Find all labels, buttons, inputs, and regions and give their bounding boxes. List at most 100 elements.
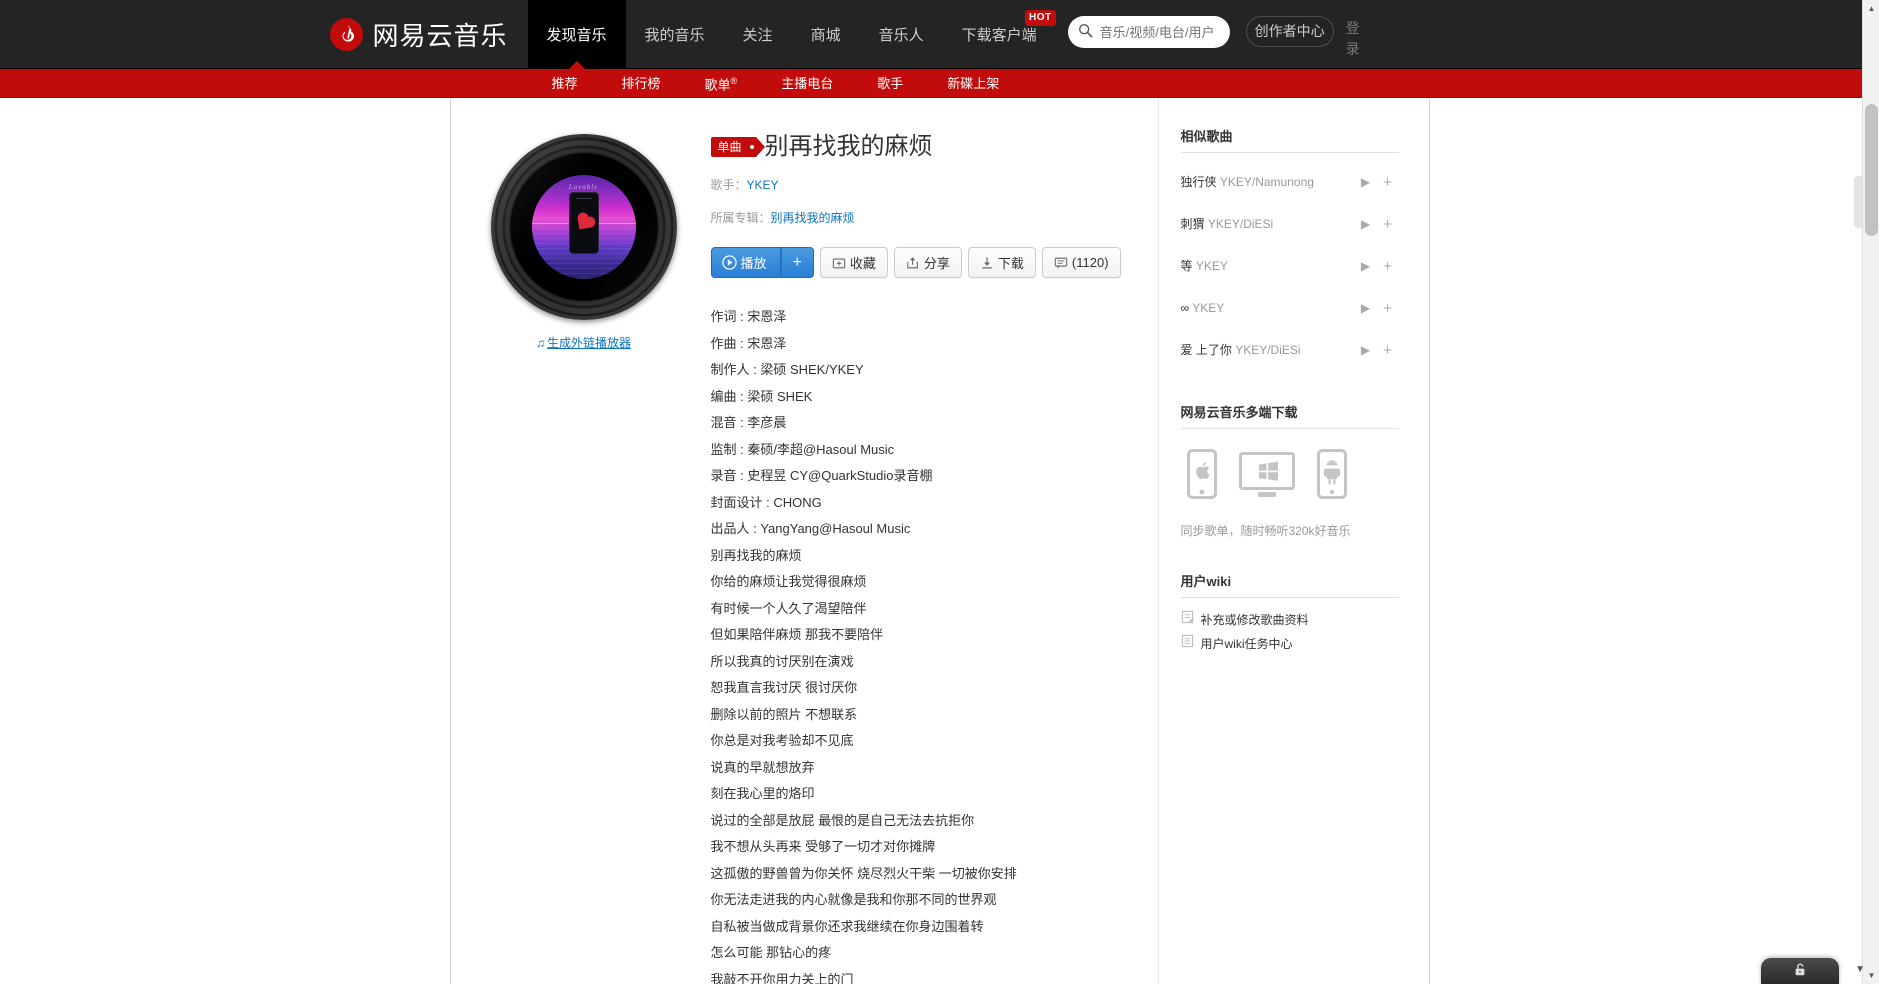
similar-song-name: 刺猬 — [1181, 217, 1205, 231]
android-icon[interactable] — [1317, 449, 1347, 502]
vinyl-record-cover[interactable]: Lovable — [491, 134, 677, 320]
nav-item-discover[interactable]: 发现音乐 — [528, 0, 626, 68]
add-to-playlist-button[interactable]: + — [781, 247, 814, 278]
nav-item-label: 发现音乐 — [547, 24, 607, 45]
lyric-line: 制作人 : 梁硕 SHEK/YKEY — [711, 357, 1128, 384]
list-item[interactable]: 等 YKEY ▶ + — [1181, 246, 1399, 288]
album-artwork: Lovable — [532, 175, 636, 279]
netease-music-logo-icon — [330, 18, 363, 51]
lyric-line: 说过的全部是放屁 最恨的是自己无法去抗拒你 — [711, 808, 1128, 835]
nav-item-label: 关注 — [743, 24, 773, 45]
site-logo[interactable]: 网易云音乐 — [330, 0, 528, 69]
edit-doc-icon — [1181, 608, 1194, 632]
artwork-heart-shape — [577, 216, 590, 229]
add-icon[interactable]: + — [1377, 258, 1399, 275]
download-button[interactable]: 下载 — [968, 247, 1036, 278]
lyric-line: 但如果陪伴麻烦 那我不要陪伴 — [711, 622, 1128, 649]
subnav-item-artists[interactable]: 歌手 — [855, 69, 925, 98]
scroll-edge-notch — [1854, 176, 1862, 228]
sub-navigation-bar: 推荐 排行榜 歌单® 主播电台 歌手 新碟上架 — [0, 69, 1879, 98]
add-icon[interactable]: + — [1377, 300, 1399, 317]
lock-toolbar-button[interactable] — [1761, 958, 1839, 984]
song-action-buttons: 播放 + 收藏 — [711, 247, 1128, 278]
play-icon[interactable]: ▶ — [1355, 217, 1377, 231]
song-main-panel: Lovable ♫生成外链播放器 单曲 — [451, 98, 1158, 984]
add-icon[interactable]: + — [1377, 216, 1399, 233]
single-type-badge: 单曲 — [711, 137, 756, 157]
artist-link[interactable]: YKEY — [747, 178, 779, 192]
lyric-line: 恕我直言我讨厌 很讨厌你 — [711, 675, 1128, 702]
search-input[interactable] — [1098, 22, 1220, 56]
main-nav-items: 发现音乐 我的音乐 关注 商城 音乐人 下载客户端 HOT — [528, 0, 1056, 68]
share-icon — [906, 256, 920, 270]
nav-item-musician[interactable]: 音乐人 — [860, 0, 943, 68]
play-icon[interactable]: ▶ — [1355, 301, 1377, 315]
similar-song-artist: YKEY — [1192, 301, 1224, 315]
lyrics-container: 作词 : 宋恩泽 作曲 : 宋恩泽 制作人 : 梁硕 SHEK/YKEY 编曲 … — [711, 304, 1128, 984]
nav-item-following[interactable]: 关注 — [724, 0, 792, 68]
chevron-down-icon[interactable]: ▼ — [1855, 964, 1865, 975]
similar-song-text: ∞ YKEY — [1181, 300, 1355, 317]
add-icon[interactable]: + — [1377, 342, 1399, 359]
page-scrollbar[interactable]: ▲ ▼ — [1862, 0, 1879, 984]
similar-song-artist: YKEY/Namunong — [1220, 175, 1314, 189]
scroll-down-arrow-icon[interactable]: ▼ — [1863, 967, 1879, 984]
lyric-line: 怎么可能 那钻心的疼 — [711, 940, 1128, 967]
comment-button[interactable]: (1120) — [1042, 247, 1121, 278]
album-cover-column: Lovable ♫生成外链播放器 — [481, 130, 689, 984]
play-icon[interactable]: ▶ — [1355, 175, 1377, 189]
windows-icon[interactable] — [1239, 452, 1295, 502]
add-icon[interactable]: + — [1377, 174, 1399, 191]
nav-item-my-music[interactable]: 我的音乐 — [626, 0, 724, 68]
generate-outlink-player-link[interactable]: 生成外链播放器 — [547, 336, 631, 350]
collect-button-label: 收藏 — [850, 253, 876, 272]
creator-center-button[interactable]: 创作者中心 — [1246, 16, 1334, 47]
lyric-line: 所以我真的讨厌别在演戏 — [711, 649, 1128, 676]
subnav-item-radio[interactable]: 主播电台 — [759, 69, 855, 98]
subnav-item-label: 歌单 — [705, 78, 731, 93]
comment-icon — [1054, 256, 1068, 270]
subnav-item-label: 排行榜 — [622, 76, 661, 91]
play-button[interactable]: 播放 — [711, 247, 781, 278]
content-wrapper: Lovable ♫生成外链播放器 单曲 — [450, 98, 1430, 984]
subnav-item-recommend[interactable]: 推荐 — [530, 69, 600, 98]
list-item[interactable]: 爱 上了你 YKEY/DiESi ▶ + — [1181, 330, 1399, 372]
nav-item-download-client[interactable]: 下载客户端 HOT — [943, 0, 1056, 68]
similar-song-text: 爱 上了你 YKEY/DiESi — [1181, 342, 1355, 359]
wiki-item-label[interactable]: 用户wiki任务中心 — [1201, 632, 1293, 656]
subnav-item-new-albums[interactable]: 新碟上架 — [925, 69, 1021, 98]
artist-label: 歌手： — [711, 178, 747, 192]
list-item[interactable]: 补充或修改歌曲资料 — [1181, 608, 1399, 632]
list-item[interactable]: 用户wiki任务中心 — [1181, 632, 1399, 656]
lyric-line: 出品人 : YangYang@Hasoul Music — [711, 516, 1128, 543]
subnav-item-label: 推荐 — [552, 76, 578, 91]
lyric-line: 说真的早就想放弃 — [711, 755, 1128, 782]
subnav-item-playlist[interactable]: 歌单® — [683, 67, 760, 99]
page-scrollbar-thumb[interactable] — [1865, 104, 1878, 236]
play-icon[interactable]: ▶ — [1355, 259, 1377, 273]
lyric-line: 别再找我的麻烦 — [711, 543, 1128, 570]
list-item[interactable]: 刺猬 YKEY/DiESi ▶ + — [1181, 204, 1399, 246]
right-sidebar: 相似歌曲 独行侠 YKEY/Namunong ▶ + 刺猬 YKEY/DiESi… — [1158, 98, 1429, 984]
lyric-line: 删除以前的照片 不想联系 — [711, 702, 1128, 729]
similar-song-name: 独行侠 — [1181, 175, 1217, 189]
user-wiki-title: 用户wiki — [1181, 571, 1399, 598]
nav-item-store[interactable]: 商城 — [792, 0, 860, 68]
similar-song-artist: YKEY/DiESi — [1208, 217, 1273, 231]
search-box[interactable] — [1068, 16, 1230, 48]
play-icon[interactable]: ▶ — [1355, 343, 1377, 357]
list-item[interactable]: ∞ YKEY ▶ + — [1181, 288, 1399, 330]
subnav-item-label: 歌手 — [877, 76, 903, 91]
lyric-line: 作曲 : 宋恩泽 — [711, 331, 1128, 358]
collect-button[interactable]: 收藏 — [820, 247, 888, 278]
nav-item-label: 我的音乐 — [645, 24, 705, 45]
share-button[interactable]: 分享 — [894, 247, 962, 278]
subnav-item-toplist[interactable]: 排行榜 — [600, 69, 683, 98]
scroll-up-arrow-icon[interactable]: ▲ — [1863, 0, 1879, 17]
ios-icon[interactable] — [1187, 449, 1217, 502]
login-link[interactable]: 登录 — [1346, 18, 1363, 60]
album-link[interactable]: 别再找我的麻烦 — [771, 211, 855, 225]
wiki-item-label[interactable]: 补充或修改歌曲资料 — [1201, 608, 1309, 632]
doc-icon — [1181, 632, 1194, 656]
list-item[interactable]: 独行侠 YKEY/Namunong ▶ + — [1181, 162, 1399, 204]
